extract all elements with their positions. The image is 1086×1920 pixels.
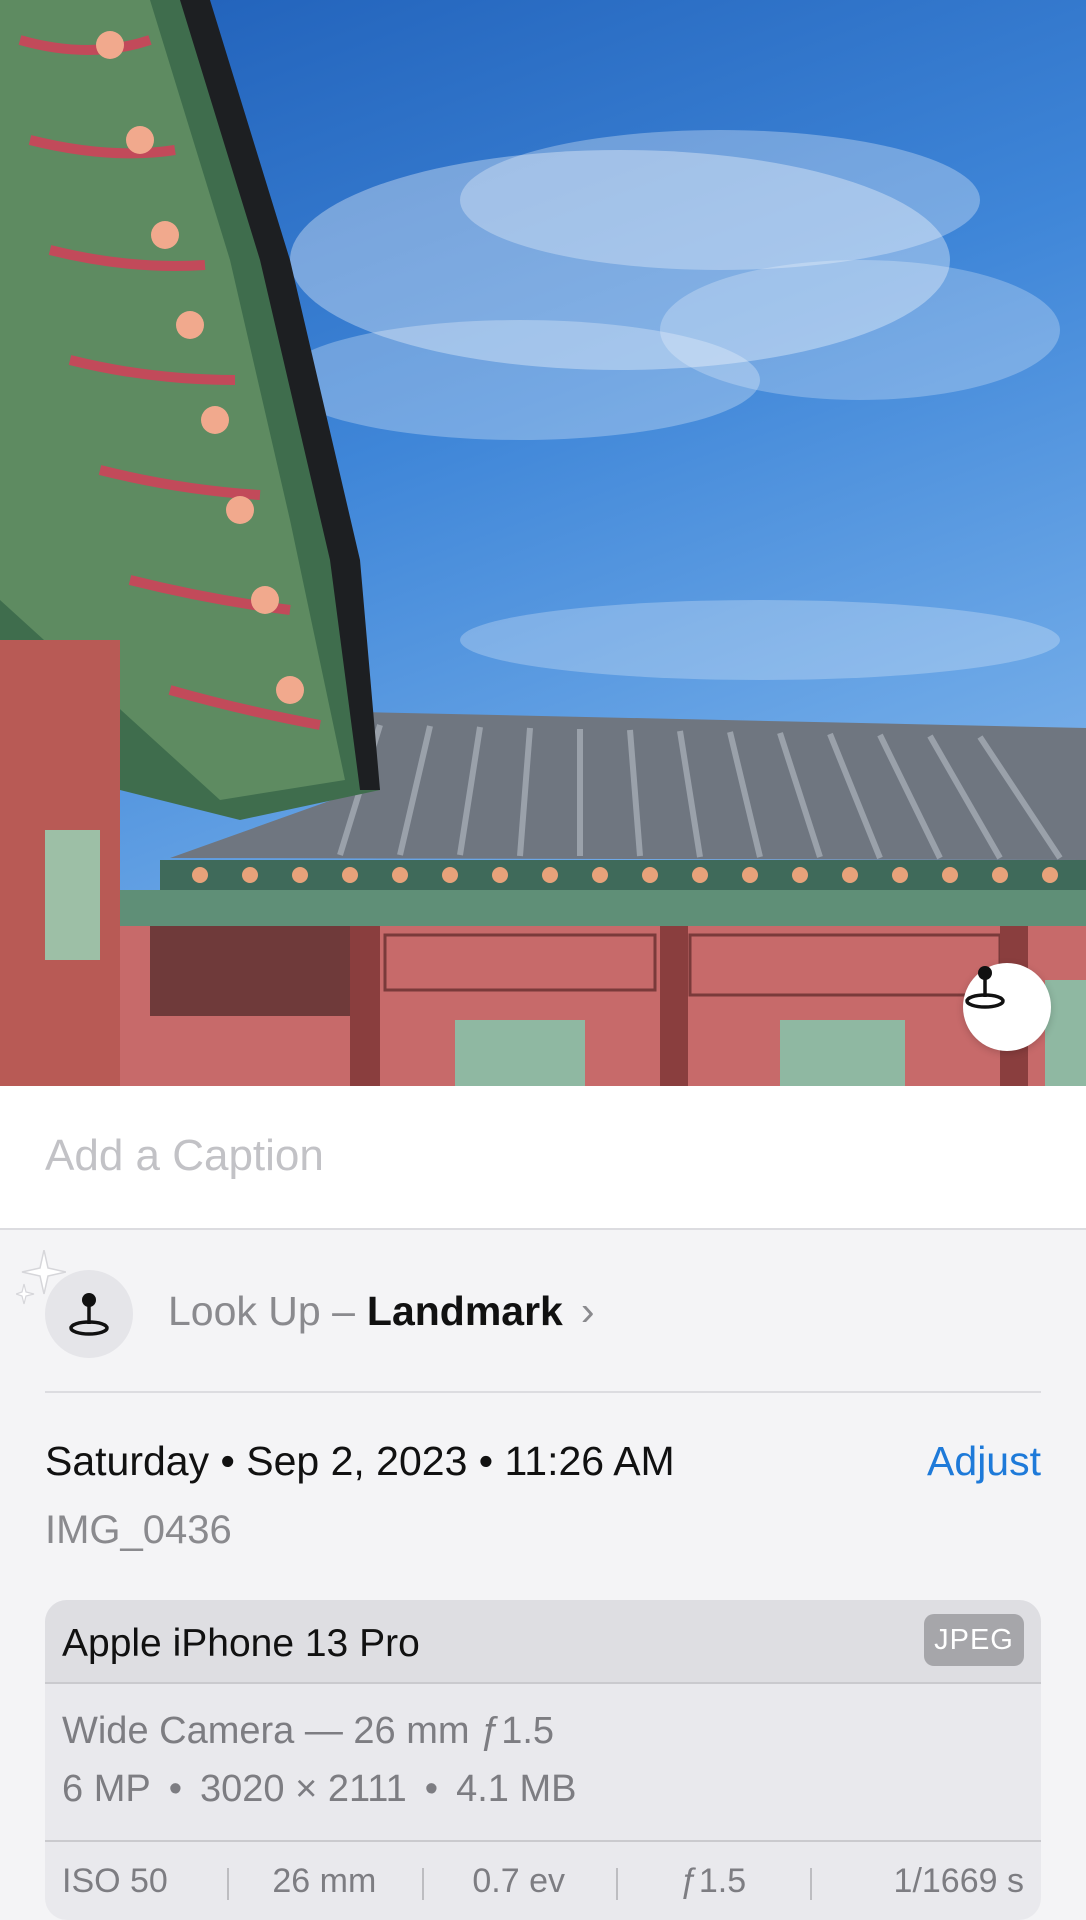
megapixels: 6 MP (62, 1768, 151, 1810)
divider (45, 1391, 1041, 1393)
look-up-landmark-row[interactable]: Look Up – Landmark › (0, 1230, 1086, 1393)
exif-aperture: ƒ1.5 (615, 1862, 810, 1901)
spec-separator: • (424, 1768, 439, 1810)
visual-lookup-pin-icon (965, 966, 1005, 1009)
photo-image (0, 0, 1086, 1086)
resolution: 3020 × 2111 (200, 1768, 407, 1810)
look-up-subject: Landmark (366, 1288, 563, 1334)
look-up-label: Look Up – Landmark › (168, 1288, 595, 1335)
landmark-pin-icon (69, 1293, 109, 1336)
caption-area (0, 1086, 1086, 1230)
lens-info: Wide Camera — 26 mm ƒ1.5 (62, 1710, 555, 1752)
file-name: IMG_0436 (45, 1508, 232, 1552)
chevron-right-icon: › (580, 1288, 595, 1334)
photo-viewer[interactable] (0, 0, 1086, 1086)
camera-info-header: Apple iPhone 13 Pro JPEG (45, 1600, 1041, 1684)
look-up-prefix: Look Up – (168, 1288, 355, 1334)
exif-shutter-speed: 1/1669 s (810, 1862, 1041, 1901)
exif-iso: ISO 50 (62, 1861, 168, 1900)
photo-date: Saturday • Sep 2, 2023 • 11:26 AM (45, 1438, 675, 1484)
format-badge: JPEG (924, 1614, 1024, 1666)
file-size: 4.1 MB (456, 1768, 577, 1810)
exif-exposure-value: 0.7 ev (421, 1862, 616, 1901)
caption-input[interactable] (45, 1126, 1035, 1186)
adjust-button[interactable]: Adjust (927, 1438, 1041, 1485)
device-name: Apple iPhone 13 Pro (62, 1622, 420, 1665)
visual-lookup-button[interactable] (963, 963, 1051, 1051)
exif-row: ISO 50 26 mm 0.7 ev ƒ1.5 1/1669 s (45, 1840, 1041, 1920)
exif-focal-length: 26 mm (227, 1862, 421, 1901)
landmark-icon-circle (45, 1270, 133, 1358)
image-specs: 6 MP • 3020 × 2111 • 4.1 MB (62, 1768, 576, 1811)
camera-info-card: Apple iPhone 13 Pro JPEG Wide Camera — 2… (45, 1600, 1041, 1920)
spec-separator: • (168, 1768, 183, 1810)
